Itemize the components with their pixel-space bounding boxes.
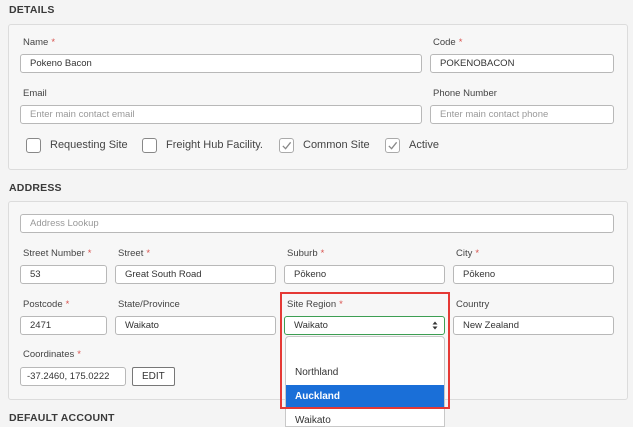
requesting-site-checkbox[interactable]: Requesting Site (26, 136, 128, 154)
code-label: Code * (433, 37, 463, 48)
city-input[interactable]: Pōkeno (453, 265, 614, 284)
address-lookup-input[interactable]: Address Lookup (20, 214, 614, 233)
check-icon (282, 141, 292, 150)
street-number-label: Street Number * (23, 248, 92, 259)
phone-input[interactable]: Enter main contact phone (430, 105, 614, 124)
sort-arrows-icon (432, 321, 438, 330)
country-input[interactable]: New Zealand (453, 316, 614, 335)
code-input[interactable]: POKENOBACON (430, 54, 614, 73)
checkbox-label: Freight Hub Facility. (166, 139, 263, 151)
postcode-label: Postcode * (23, 299, 70, 310)
email-label: Email (23, 88, 47, 99)
checkbox-label: Active (409, 139, 439, 151)
dropdown-option-waikato[interactable]: Waikato (286, 409, 444, 426)
checkbox-box[interactable] (142, 137, 157, 153)
phone-label: Phone Number (433, 88, 497, 99)
coordinates-input[interactable]: -37.2460, 175.0222 (20, 367, 126, 386)
state-input[interactable]: Waikato (115, 316, 276, 335)
street-label: Street * (118, 248, 151, 259)
freight-hub-checkbox[interactable]: Freight Hub Facility. (142, 136, 263, 154)
checkbox-box[interactable] (279, 137, 294, 153)
dropdown-option-auckland[interactable]: Auckland (286, 385, 444, 409)
checkbox-label: Requesting Site (50, 139, 128, 151)
postcode-input[interactable]: 2471 (20, 316, 107, 335)
default-account-section-title: DEFAULT ACCOUNT (9, 412, 115, 424)
suburb-label: Suburb * (287, 248, 325, 259)
name-input[interactable]: Pokeno Bacon (20, 54, 422, 73)
email-input[interactable]: Enter main contact email (20, 105, 422, 124)
checkbox-box[interactable] (385, 137, 400, 153)
site-region-value: Waikato (294, 320, 328, 331)
name-label: Name * (23, 37, 56, 48)
active-checkbox[interactable]: Active (385, 136, 439, 154)
common-site-checkbox[interactable]: Common Site (279, 136, 370, 154)
site-region-select[interactable]: Waikato (284, 316, 445, 335)
street-number-input[interactable]: 53 (20, 265, 107, 284)
checkbox-label: Common Site (303, 139, 370, 151)
street-input[interactable]: Great South Road (115, 265, 276, 284)
suburb-input[interactable]: Pōkeno (284, 265, 445, 284)
details-section-title: DETAILS (9, 4, 55, 16)
dropdown-option-northland[interactable]: Northland (286, 361, 444, 385)
check-icon (388, 141, 398, 150)
country-label: Country (456, 299, 490, 310)
dropdown-option-empty[interactable] (286, 337, 444, 361)
site-region-dropdown[interactable]: Northland Auckland Waikato (285, 336, 445, 427)
site-region-label: Site Region * (287, 299, 343, 310)
coordinates-label: Coordinates * (23, 349, 81, 360)
address-section-title: ADDRESS (9, 182, 62, 194)
edit-coordinates-button[interactable]: EDIT (132, 367, 175, 386)
checkbox-box[interactable] (26, 137, 41, 153)
city-label: City * (456, 248, 480, 259)
state-label: State/Province (118, 299, 180, 310)
